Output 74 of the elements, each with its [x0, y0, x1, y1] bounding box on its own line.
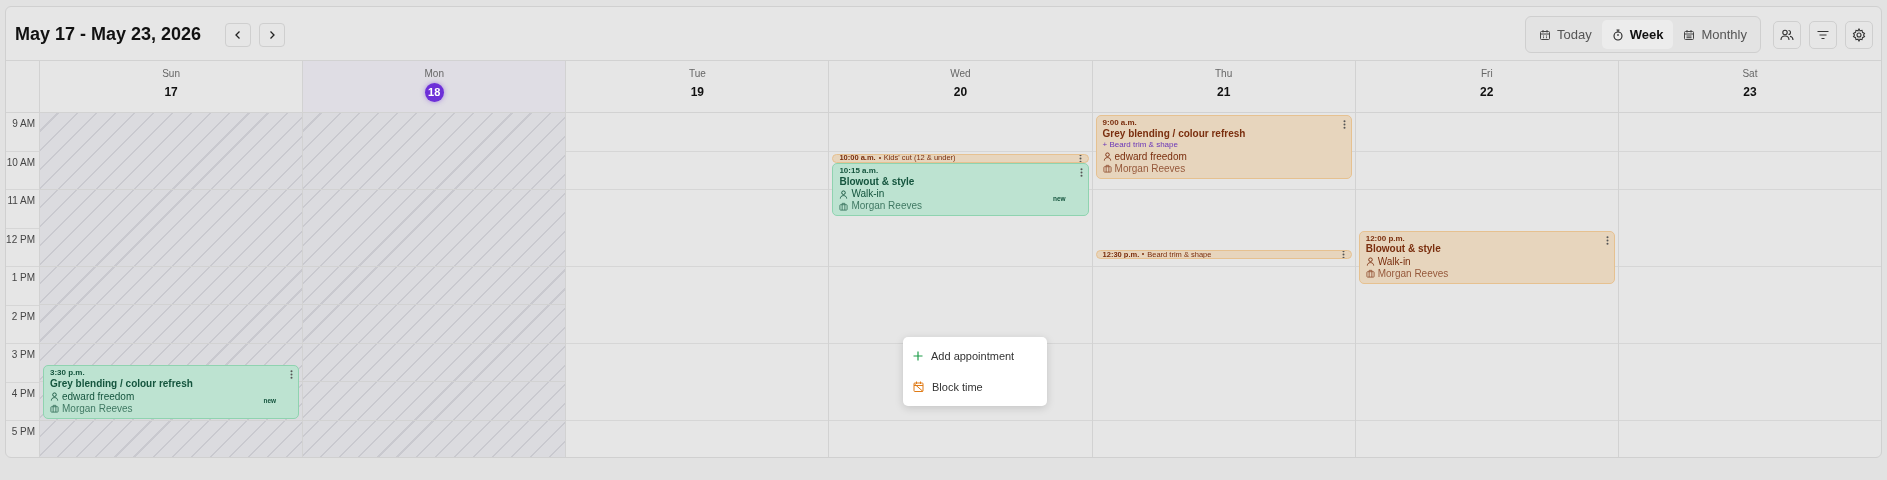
calendar-icon [1683, 28, 1696, 41]
briefcase-icon [1102, 164, 1112, 174]
appointment-card[interactable]: 9:00 a.m. Grey blending / colour refresh + Beard trim & shape edward freedom Morgan Reeves [1095, 115, 1352, 179]
date-number: 22 [1480, 84, 1494, 101]
staff-name: Morgan Reeves [1114, 162, 1186, 175]
next-week-button[interactable] [259, 22, 286, 47]
crossed-calendar-icon [913, 381, 924, 393]
menu-item[interactable]: Add appointment [903, 341, 1047, 372]
briefcase-icon [50, 404, 59, 414]
more-icon [1079, 168, 1083, 178]
time-label: 5 PM [11, 425, 35, 439]
plus-icon [913, 351, 923, 362]
more-icon [1078, 154, 1082, 162]
time-label: 11 AM [7, 194, 35, 208]
weekday-label: Fri [1480, 67, 1493, 81]
filter-button[interactable] [1809, 20, 1837, 49]
time-label: 9 AM [12, 117, 35, 131]
settings-button[interactable] [1845, 20, 1873, 49]
appointment-card[interactable]: 12:00 p.m. Blowout & style Walk-in Morgan Reeves [1358, 230, 1615, 284]
appointment-title: Blowout & style [1365, 243, 1441, 256]
more-icon [290, 370, 294, 380]
appointment-time: 12:00 p.m. [1365, 234, 1405, 244]
person-icon [1102, 152, 1112, 162]
menu-item[interactable]: Block time [903, 371, 1047, 402]
people-button[interactable] [1773, 20, 1801, 49]
calendar-icon [1539, 28, 1552, 41]
weekday-label: Mon [424, 67, 444, 81]
client-name: edward freedom [1114, 150, 1187, 163]
view-tab[interactable]: Week [1601, 19, 1674, 50]
appointment-time: 3:30 p.m. [50, 369, 85, 379]
settings-icon [1852, 27, 1866, 42]
appointment-title: Grey blending / colour refresh [1102, 127, 1246, 141]
appointment-title: Blowout & style [839, 175, 915, 189]
person-icon [839, 189, 849, 199]
client-name: Walk-in [851, 188, 885, 201]
people-icon [1780, 27, 1794, 42]
date-number: 21 [1216, 84, 1231, 101]
more-icon [1605, 235, 1609, 245]
staff-name: Morgan Reeves [62, 402, 133, 415]
client-name: Walk-in [1377, 255, 1411, 268]
person-icon [1365, 257, 1375, 267]
time-label: 1 PM [11, 271, 35, 285]
previous-week-button[interactable] [225, 22, 252, 47]
appointment-time: 9:00 a.m. [1102, 119, 1137, 128]
date-range-title: May 17 - May 23, 2026 [15, 23, 202, 46]
stopwatch-icon [1611, 28, 1624, 41]
add-on-service: + Beard trim & shape [1102, 140, 1178, 151]
time-label: 10 AM [6, 155, 35, 170]
staff-name: Morgan Reeves [1377, 267, 1449, 280]
appointment-time: 10:15 a.m. [839, 167, 879, 176]
staff-name: Morgan Reeves [851, 200, 922, 213]
weekday-label: Sun [162, 67, 180, 81]
time-label: 2 PM [11, 309, 35, 324]
weekday-label: Tue [688, 67, 706, 81]
date-number: 20 [953, 84, 968, 101]
time-label: 12 PM [6, 232, 35, 247]
date-number: 23 [1743, 84, 1757, 101]
weekday-label: Wed [950, 67, 971, 81]
weekday-label: Thu [1215, 67, 1233, 81]
time-label: 4 PM [11, 386, 35, 401]
more-icon [1342, 120, 1346, 129]
view-tab[interactable]: Monthly [1673, 19, 1757, 50]
person-icon [50, 392, 59, 402]
client-name: edward freedom [62, 390, 135, 403]
briefcase-icon [1365, 269, 1375, 279]
date-number: 19 [690, 84, 705, 101]
time-label: 3 PM [11, 348, 35, 362]
date-number: 17 [164, 84, 178, 101]
appointment-title: Grey blending / colour refresh [50, 378, 193, 391]
briefcase-icon [839, 201, 849, 211]
more-icon [1341, 250, 1345, 258]
today-date-badge: 18 [424, 83, 444, 102]
view-tab[interactable]: Today [1529, 19, 1602, 50]
weekday-label: Sat [1742, 67, 1758, 81]
